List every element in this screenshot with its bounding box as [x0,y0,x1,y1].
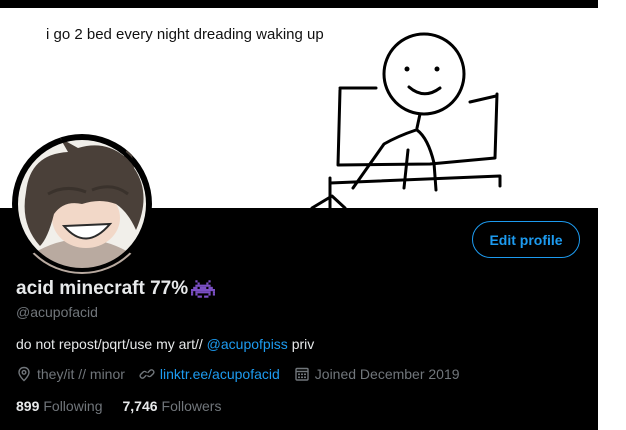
link-icon [139,369,155,379]
joined-date: Joined December 2019 [314,366,460,382]
following-count: 899 [16,398,40,414]
calendar-icon [295,367,309,381]
display-name-row: acid minecraft 77% [16,278,216,300]
display-name: acid minecraft 77% [16,278,189,299]
following-link[interactable]: 899 Following [16,398,123,414]
website-link[interactable]: linktr.ee/acupofacid [160,366,280,382]
profile-meta: they/it // minor linktr.ee/acupofacid Jo… [16,366,474,382]
profile-page: i go 2 bed every night dreading waking u… [0,0,626,430]
location-text: they/it // minor [37,366,125,382]
window-edge [598,0,626,430]
profile-bio: do not repost/pqrt/use my art// @acupofp… [16,336,314,352]
joined-item: Joined December 2019 [294,366,460,382]
follow-stats: 899 Following 7,746 Followers [16,398,241,414]
bio-text-end: priv [287,336,315,352]
space-invader-icon [191,280,216,298]
website-item: linktr.ee/acupofacid [139,366,280,382]
edit-profile-button[interactable]: Edit profile [472,221,580,258]
followers-count: 7,746 [122,398,158,414]
followers-label: Followers [161,398,222,414]
location-pin-icon [18,366,30,382]
following-label: Following [43,398,103,414]
location-item: they/it // minor [16,366,125,382]
profile-handle: @acupofacid [16,304,98,320]
avatar[interactable] [12,134,152,274]
bio-mention-link[interactable]: @acupofpiss [207,336,288,352]
followers-link[interactable]: 7,746 Followers [123,398,242,414]
bio-text: do not repost/pqrt/use my art// [16,336,207,352]
